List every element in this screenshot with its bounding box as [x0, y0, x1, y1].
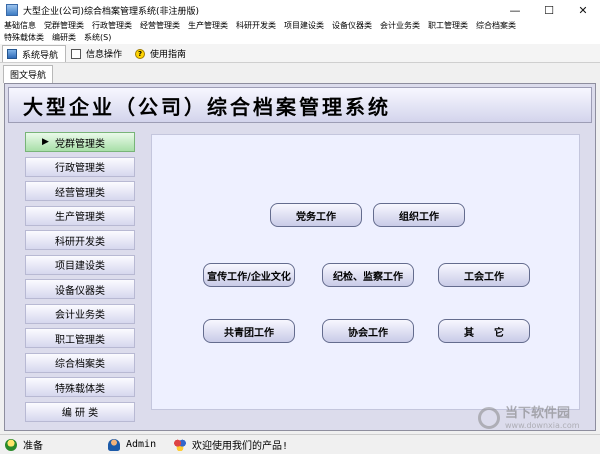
nav-item-research[interactable]: 科研开发类 — [25, 230, 135, 250]
menu-staff[interactable]: 职工管理类 — [424, 20, 472, 32]
publicity-culture-button[interactable]: 宣传工作/企业文化 — [203, 263, 295, 287]
watermark-logo-icon — [478, 407, 500, 429]
banner: 大型企业（公司）综合档案管理系统 — [8, 87, 592, 123]
nav-item-label: 生产管理类 — [55, 212, 105, 223]
nav-item-label: 党群管理类 — [55, 138, 105, 150]
nav-item-label: 行政管理类 — [55, 163, 105, 174]
watermark-text: 当下软件园 www.downxia.com — [505, 405, 580, 430]
status-welcome: 欢迎使用我们的产品! — [174, 437, 288, 452]
nav-item-label: 会计业务类 — [55, 310, 105, 321]
maximize-button[interactable]: ☐ — [532, 0, 566, 20]
app-icon — [6, 4, 18, 16]
group-icon — [174, 438, 186, 451]
tab-info-ops[interactable]: 信息操作 — [66, 45, 130, 62]
tab-graphic-nav[interactable]: 图文导航 — [3, 65, 54, 83]
nav-item-label: 特殊载体类 — [55, 383, 105, 395]
menu-row-1: 基础信息 党群管理类 行政管理类 经营管理类 生产管理类 科研开发类 项目建设类… — [0, 20, 600, 32]
tab-info-ops-label: 信息操作 — [86, 50, 123, 60]
info-icon — [71, 48, 82, 59]
menu-production[interactable]: 生产管理类 — [184, 20, 232, 32]
content-area: 党务工作 组织工作 宣传工作/企业文化 纪检、监察工作 工会工作 共青团工作 协… — [151, 134, 580, 410]
status-ready: 准备 — [5, 437, 43, 452]
nav-item-label: 项目建设类 — [55, 261, 105, 272]
menu-system[interactable]: 系统(S) — [80, 32, 115, 44]
menu-special-media[interactable]: 特殊载体类 — [0, 32, 48, 44]
minimize-button[interactable]: — — [498, 0, 532, 20]
tab-system-nav-label: 系统导航 — [22, 50, 59, 61]
nav-item-special-media[interactable]: 特殊载体类 — [25, 377, 135, 397]
nav-item-label: 设备仪器类 — [55, 285, 105, 297]
party-work-button[interactable]: 党务工作 — [270, 203, 362, 227]
arrow-right-icon: ▶ — [42, 137, 49, 147]
nav-icon — [7, 49, 17, 59]
nav-item-label: 经营管理类 — [55, 187, 105, 199]
help-icon: ? — [135, 48, 146, 59]
organization-work-button[interactable]: 组织工作 — [373, 203, 465, 227]
menu-research[interactable]: 科研开发类 — [232, 20, 280, 32]
nav-item-party[interactable]: ▶ 党群管理类 — [25, 132, 135, 152]
status-user-text: Admin — [126, 439, 157, 450]
window-controls: — ☐ ✕ — [498, 0, 600, 20]
menu-accounting[interactable]: 会计业务类 — [376, 20, 424, 32]
discipline-inspection-button[interactable]: 纪检、监察工作 — [322, 263, 414, 287]
tab-user-guide-label: 使用指南 — [150, 50, 187, 60]
nav-item-admin[interactable]: 行政管理类 — [25, 156, 135, 177]
menu-general-archive[interactable]: 综合档案类 — [472, 20, 520, 32]
nav-item-business[interactable]: 经营管理类 — [25, 181, 135, 201]
category-nav: ▶ 党群管理类 行政管理类 经营管理类 生产管理类 科研开发类 项目建设类 设备… — [25, 132, 135, 426]
nav-item-label: 综合档案类 — [55, 359, 105, 370]
nav-item-label: 职工管理类 — [55, 334, 105, 346]
nav-item-equipment[interactable]: 设备仪器类 — [25, 279, 135, 299]
title-bar: 大型企业(公司)综合档案管理系统(非注册版) — ☐ ✕ — [0, 0, 600, 20]
nav-item-label: 科研开发类 — [55, 236, 105, 248]
watermark-main: 当下软件园 — [505, 405, 571, 421]
menu-row-2: 特殊载体类 编研类 系统(S) — [0, 32, 600, 44]
menu-basic-info[interactable]: 基础信息 — [0, 20, 40, 32]
menu-party[interactable]: 党群管理类 — [40, 20, 88, 32]
menu-bar: 基础信息 党群管理类 行政管理类 经营管理类 生产管理类 科研开发类 项目建设类… — [0, 20, 600, 44]
window-title: 大型企业(公司)综合档案管理系统(非注册版) — [23, 6, 200, 17]
other-button[interactable]: 其 它 — [438, 319, 530, 343]
ready-icon — [5, 438, 17, 451]
subtab-bar: 图文导航 — [0, 63, 600, 83]
nav-item-project[interactable]: 项目建设类 — [25, 254, 135, 275]
nav-item-general-archive[interactable]: 综合档案类 — [25, 352, 135, 373]
nav-item-production[interactable]: 生产管理类 — [25, 205, 135, 226]
watermark: 当下软件园 www.downxia.com — [478, 404, 596, 432]
menu-compilation[interactable]: 编研类 — [48, 32, 80, 44]
page-title: 大型企业（公司）综合档案管理系统 — [23, 94, 391, 119]
tab-system-nav[interactable]: 系统导航 — [2, 45, 67, 62]
toolbar: 系统导航 信息操作 ? 使用指南 — [0, 44, 600, 63]
menu-admin[interactable]: 行政管理类 — [88, 20, 136, 32]
menu-business[interactable]: 经营管理类 — [136, 20, 184, 32]
menu-project[interactable]: 项目建设类 — [280, 20, 328, 32]
youth-league-button[interactable]: 共青团工作 — [203, 319, 295, 343]
status-ready-text: 准备 — [23, 441, 43, 452]
association-work-button[interactable]: 协会工作 — [322, 319, 414, 343]
nav-item-label: 编 研 类 — [61, 408, 99, 419]
main-panel: 大型企业（公司）综合档案管理系统 ▶ 党群管理类 行政管理类 经营管理类 生产管… — [4, 83, 596, 431]
status-welcome-text: 欢迎使用我们的产品! — [192, 441, 289, 452]
status-bar: 准备 Admin 欢迎使用我们的产品! — [0, 434, 600, 454]
watermark-sub: www.downxia.com — [505, 420, 580, 430]
nav-item-staff[interactable]: 职工管理类 — [25, 328, 135, 348]
nav-item-compilation[interactable]: 编 研 类 — [25, 401, 135, 422]
nav-item-accounting[interactable]: 会计业务类 — [25, 303, 135, 324]
user-icon — [108, 438, 120, 451]
close-button[interactable]: ✕ — [566, 0, 600, 20]
tab-user-guide[interactable]: ? 使用指南 — [130, 45, 194, 62]
menu-equipment[interactable]: 设备仪器类 — [328, 20, 376, 32]
union-work-button[interactable]: 工会工作 — [438, 263, 530, 287]
status-user: Admin — [108, 438, 157, 451]
